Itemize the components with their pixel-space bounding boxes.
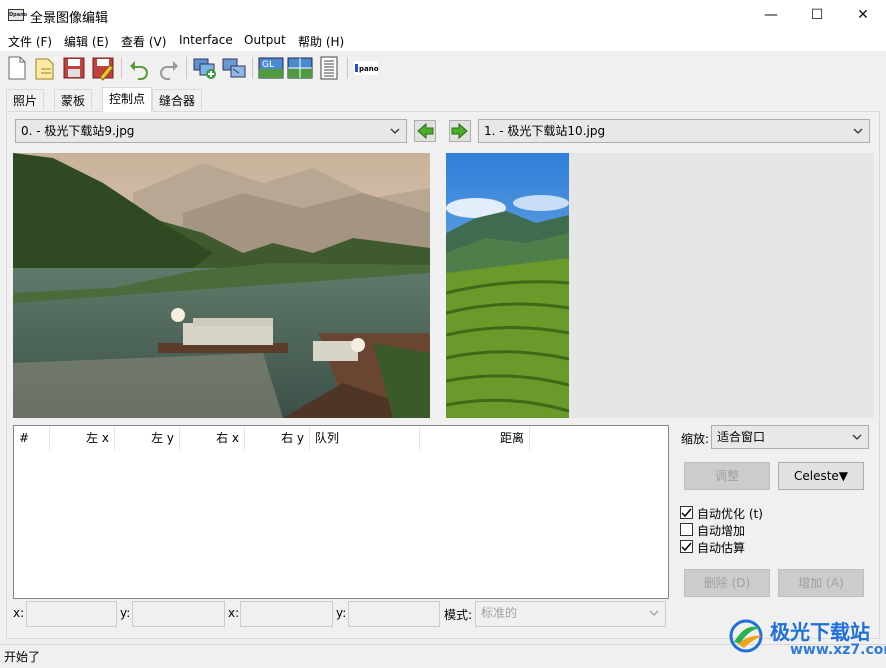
title-bar: Dpano 全景图像编辑 — ☐ ✕ [0,0,886,30]
checkbox-box [680,540,693,553]
right-x-field[interactable] [240,601,333,627]
left-y-label: y: [120,606,131,620]
delete-button[interactable]: 删除 (D) [684,569,770,597]
right-image-photo [446,153,569,418]
zoom-select[interactable]: 适合窗口 [711,425,869,449]
add-button[interactable]: 增加 (A) [778,569,864,597]
mode-select[interactable]: 标准的 [475,601,666,627]
gl-preview-icon[interactable]: GL [258,55,284,81]
left-y-field[interactable] [132,601,225,627]
status-text: 开始了 [4,650,41,664]
menu-edit[interactable]: 编辑 (E) [64,33,109,50]
toolbar-separator [252,57,253,79]
checkbox-box [680,506,693,519]
right-x-label: x: [228,606,240,620]
right-image-select[interactable]: 1. - 极光下载站10.jpg [478,119,870,143]
save-as-icon[interactable] [90,55,116,81]
control-points-table[interactable]: # 左 x 左 y 右 x 右 y 队列 距离 [13,425,669,599]
column-header-right-y[interactable]: 右 y [245,426,310,450]
tab-stitcher[interactable]: 缝合器 [152,89,203,110]
menu-file[interactable]: 文件 (F) [8,33,52,50]
window-title: 全景图像编辑 [30,11,109,26]
right-y-label: y: [336,606,347,620]
green-right-arrow-icon [451,122,468,140]
left-image-select-value: 0. - 极光下载站9.jpg [21,124,135,138]
gl-label: GL [262,60,274,70]
toolbar-separator [186,57,187,79]
watermark-name: 极光下载站 [770,620,870,644]
auto-optimize-label: 自动优化 (t) [697,507,763,521]
green-left-arrow-icon [417,122,434,140]
left-image-view[interactable] [13,153,430,418]
zoom-label: 缩放: [681,432,710,446]
mode-select-value: 标准的 [481,606,518,620]
chevron-down-icon [390,128,400,134]
menu-interface[interactable]: Interface [179,33,233,47]
tab-masks[interactable]: 蒙板 [54,89,93,110]
minimize-button[interactable]: — [748,0,794,30]
checkmark-icon [681,508,692,518]
prev-image-button[interactable] [414,120,436,142]
column-header-left-y[interactable]: 左 y [115,426,180,450]
left-image-select[interactable]: 0. - 极光下载站9.jpg [15,119,407,143]
batch-list-icon[interactable] [316,55,342,81]
save-icon[interactable] [61,55,87,81]
celeste-button[interactable]: Celeste▼ [778,462,864,490]
right-image-select-value: 1. - 极光下载站10.jpg [484,124,606,138]
column-header-left-x[interactable]: 左 x [50,426,115,450]
right-y-field[interactable] [348,601,440,627]
align-images-icon[interactable] [221,55,247,81]
zoom-select-value: 适合窗口 [717,430,766,444]
menu-output[interactable]: Output [244,33,286,47]
column-header-distance[interactable]: 距离 [420,426,530,450]
open-folder-icon[interactable] [32,55,58,81]
checkmark-icon [681,542,692,552]
app-icon: Dpano [8,9,27,21]
chevron-down-icon [852,434,862,440]
auto-estimate-label: 自动估算 [697,541,746,555]
chevron-down-icon [649,610,659,616]
pano-label: pano [359,65,379,73]
tab-control-points[interactable]: 控制点 [102,87,153,112]
auto-add-label: 自动增加 [697,524,746,538]
new-file-icon[interactable] [4,55,30,81]
toolbar-separator [347,57,348,79]
column-header-index[interactable]: # [14,426,50,450]
toolbar-separator [121,57,122,79]
aurora-logo-icon [729,619,763,653]
fine-tune-button[interactable]: 调整 [684,462,770,490]
menu-help[interactable]: 帮助 (H) [298,33,344,50]
lake-landscape-image [13,153,430,418]
tab-photos[interactable]: 照片 [6,89,45,110]
tea-hills-image [446,153,569,418]
left-x-label: x: [13,606,25,620]
column-header-right-x[interactable]: 右 x [180,426,245,450]
add-images-icon[interactable] [192,55,218,81]
preview-icon[interactable] [287,55,313,81]
redo-icon[interactable] [155,55,181,81]
undo-icon[interactable] [127,55,153,81]
watermark-url: www.xz7.com [790,642,886,658]
left-x-field[interactable] [26,601,117,627]
toolbar: GL pano [0,51,886,85]
close-button[interactable]: ✕ [840,0,886,30]
chevron-down-icon [853,128,863,134]
next-image-button[interactable] [449,120,471,142]
column-header-alignment[interactable]: 队列 [310,426,420,450]
menu-view[interactable]: 查看 (V) [121,33,166,50]
menu-bar: 文件 (F) 编辑 (E) 查看 (V) Interface Output 帮助… [0,30,886,51]
pano-logo-icon[interactable]: pano [353,55,379,81]
checkbox-box [680,523,693,536]
maximize-button[interactable]: ☐ [794,0,840,30]
mode-label: 模式: [444,608,473,622]
